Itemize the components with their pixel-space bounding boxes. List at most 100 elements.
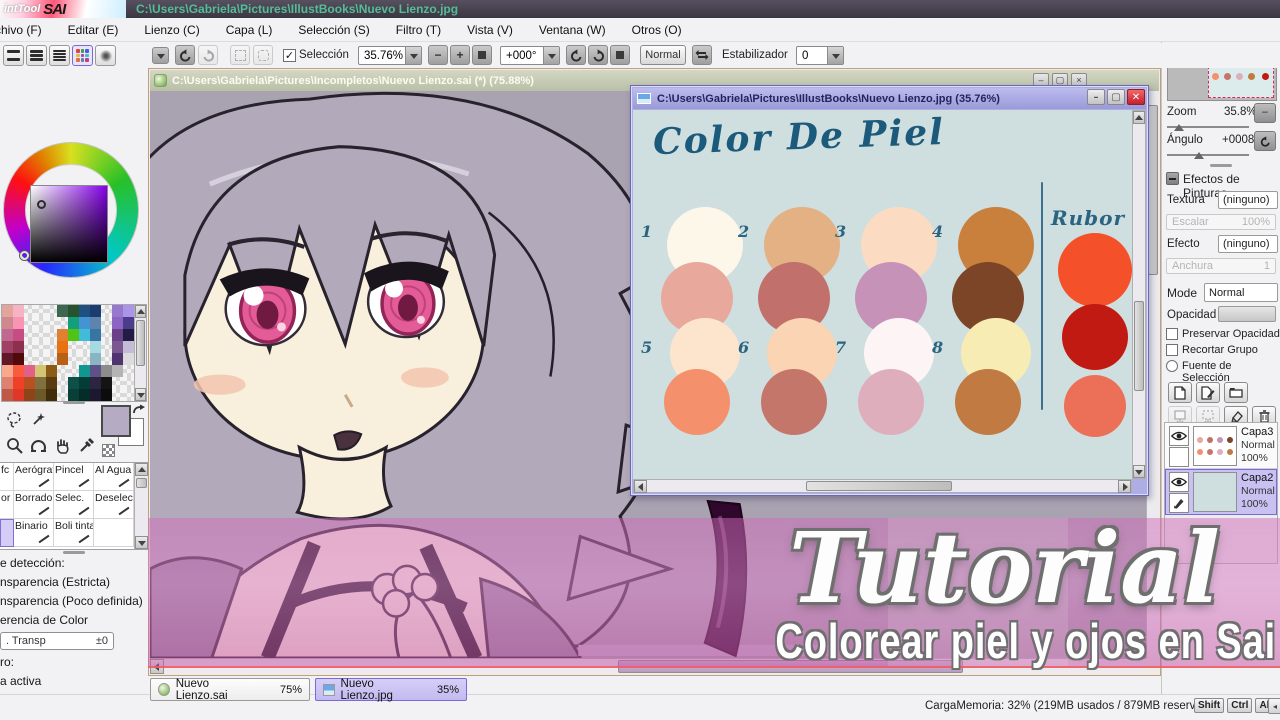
swatch-cell[interactable] (46, 389, 57, 401)
magic-wand-tool[interactable] (26, 406, 50, 432)
swatch-view-blur-button[interactable] (95, 45, 116, 66)
swatch-cell[interactable] (13, 329, 24, 341)
swatch-cell[interactable] (90, 341, 101, 353)
layer-visibility-toggle[interactable] (1169, 472, 1189, 492)
swatch-cell[interactable] (13, 317, 24, 329)
panel-grip[interactable] (1210, 164, 1232, 167)
float-window-titlebar[interactable]: C:\Users\Gabriela\Pictures\IllustBooks\N… (633, 88, 1146, 109)
swatch-cell[interactable] (35, 389, 46, 401)
zoom-out-button[interactable]: − (428, 45, 448, 65)
saturation-value-square[interactable] (30, 185, 108, 263)
eyedropper-tool[interactable] (74, 432, 98, 458)
efecto-combo[interactable]: (ninguno) (1218, 235, 1278, 253)
selection-move-button[interactable] (230, 45, 250, 65)
swatch-cell[interactable] (2, 365, 13, 377)
scroll-right-button[interactable] (1118, 480, 1131, 493)
angle-slider[interactable] (1167, 154, 1249, 156)
lasso-tool[interactable] (2, 406, 26, 432)
recortar-grupo-checkbox[interactable] (1166, 344, 1178, 356)
swatch-cell[interactable] (57, 365, 68, 377)
scroll-up-button[interactable] (1133, 111, 1145, 124)
swatch-cell[interactable] (2, 317, 13, 329)
swatch-cell[interactable] (35, 317, 46, 329)
swatch-cell[interactable] (46, 317, 57, 329)
new-vector-layer-button[interactable] (1196, 382, 1220, 403)
menu-item-capa[interactable]: Capa (L) (213, 19, 286, 41)
swatch-cell[interactable] (46, 353, 57, 365)
swatch-cell[interactable] (90, 305, 101, 317)
swatch-cell[interactable] (123, 341, 134, 353)
estabilizador-combo[interactable]: 0 (796, 46, 844, 65)
layer-paint-indicator[interactable] (1169, 493, 1189, 513)
scroll-down-button[interactable] (135, 536, 148, 549)
swatch-view-bars-button[interactable] (3, 45, 24, 66)
swatch-cell[interactable] (90, 365, 101, 377)
swatch-cell[interactable] (101, 389, 112, 401)
swatch-cell[interactable] (13, 341, 24, 353)
mode-combo[interactable]: Normal (1204, 283, 1278, 302)
textura-combo[interactable]: (ninguno) (1218, 191, 1278, 209)
menu-item-lienzo[interactable]: Lienzo (C) (131, 19, 212, 41)
swatch-cell[interactable] (46, 377, 57, 389)
layer-row-capa3[interactable]: Capa3 Normal 100% (1165, 423, 1277, 469)
swatch-cell[interactable] (57, 305, 68, 317)
minimize-button[interactable]: – (1087, 89, 1105, 105)
swatch-cell[interactable] (24, 329, 35, 341)
swatch-cell[interactable] (68, 389, 79, 401)
tool-boli-tinta[interactable]: Boli tinta (54, 519, 94, 547)
float-vertical-scrollbar[interactable] (1132, 110, 1146, 479)
swatch-cell[interactable] (2, 341, 13, 353)
swatch-cell[interactable] (13, 389, 24, 401)
swatch-cell[interactable] (90, 389, 101, 401)
tool-selec-[interactable]: Selec. (54, 491, 94, 519)
swatch-cell[interactable] (79, 305, 90, 317)
undo-button[interactable] (175, 45, 195, 65)
swatch-cell[interactable] (46, 341, 57, 353)
swatch-cell[interactable] (2, 305, 13, 317)
swatch-cell[interactable] (68, 329, 79, 341)
fuente-seleccion-radio[interactable] (1166, 360, 1178, 372)
swatch-cell[interactable] (57, 329, 68, 341)
rotate-cw-button[interactable] (588, 45, 608, 65)
scroll-down-button[interactable] (1133, 465, 1145, 478)
swatch-cell[interactable] (68, 341, 79, 353)
normal-mode-button[interactable]: Normal (640, 45, 686, 65)
swatch-cell[interactable] (2, 377, 13, 389)
swatch-cell[interactable] (123, 353, 134, 365)
swatch-cell[interactable] (112, 365, 123, 377)
swatch-cell[interactable] (35, 377, 46, 389)
canvas-horizontal-scrollbar[interactable] (150, 658, 1146, 674)
menu-item-editar[interactable]: Editar (E) (55, 19, 132, 41)
swatch-cell[interactable] (57, 389, 68, 401)
swatch-cell[interactable] (2, 329, 13, 341)
foreground-color-swatch[interactable] (101, 405, 131, 437)
swatch-cell[interactable] (123, 317, 134, 329)
tool-al-agua[interactable]: Al Agua (94, 463, 134, 491)
swatch-view-grid-button[interactable] (72, 45, 93, 66)
swatch-cell[interactable] (123, 305, 134, 317)
tool-grid-scrollbar[interactable] (134, 463, 148, 549)
scrollbar-thumb[interactable] (618, 660, 963, 673)
swatch-cell[interactable] (24, 389, 35, 401)
scroll-left-button[interactable] (150, 659, 164, 674)
swatch-cell[interactable] (68, 377, 79, 389)
swatch-cell[interactable] (46, 305, 57, 317)
swatch-cell[interactable] (123, 365, 134, 377)
menu-item-ventana[interactable]: Ventana (W) (526, 19, 619, 41)
swatch-cell[interactable] (79, 341, 90, 353)
swatch-cell[interactable] (24, 365, 35, 377)
scrollbar-thumb[interactable] (136, 320, 145, 366)
swatch-cell[interactable] (13, 305, 24, 317)
zoom-in-button[interactable]: + (450, 45, 470, 65)
panel-grip[interactable] (63, 401, 85, 404)
swatch-cell[interactable] (101, 329, 112, 341)
swatch-cell[interactable] (112, 353, 123, 365)
swatch-cell[interactable] (79, 317, 90, 329)
opacidad-slider[interactable] (1218, 306, 1276, 322)
swatch-cell[interactable] (68, 353, 79, 365)
swatch-cell[interactable] (13, 365, 24, 377)
rotate-reset-button[interactable] (610, 45, 630, 65)
swatch-cell[interactable] (13, 377, 24, 389)
swatch-cell[interactable] (112, 377, 123, 389)
swatch-cell[interactable] (101, 377, 112, 389)
